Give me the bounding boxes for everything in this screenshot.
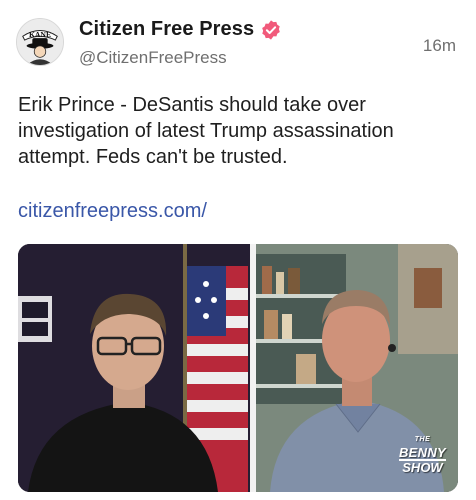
avatar-image: KANE: [17, 19, 63, 65]
verified-badge-icon: [260, 19, 282, 41]
video-watermark: THE BENNY SHOW: [398, 433, 446, 474]
post-text: Erik Prince - DeSantis should take over …: [18, 94, 394, 168]
post-timestamp: 16m: [422, 36, 456, 55]
author-display-name[interactable]: Citizen Free Press: [79, 18, 254, 41]
video-thumbnail[interactable]: THE BENNY SHOW: [18, 244, 458, 492]
avatar-logo-text: KANE: [29, 30, 51, 39]
post-link[interactable]: citizenfreepress.com/: [18, 200, 207, 223]
watermark-line-1: BENNY: [398, 445, 446, 460]
social-post: KANE Citizen Free Press @CitizenFreePres…: [0, 0, 476, 500]
author-handle[interactable]: @CitizenFreePress: [79, 48, 227, 68]
video-frame-image: [18, 244, 458, 492]
author-row: Citizen Free Press: [79, 18, 282, 41]
watermark-line-2: SHOW: [398, 459, 446, 474]
avatar[interactable]: KANE: [16, 18, 64, 66]
